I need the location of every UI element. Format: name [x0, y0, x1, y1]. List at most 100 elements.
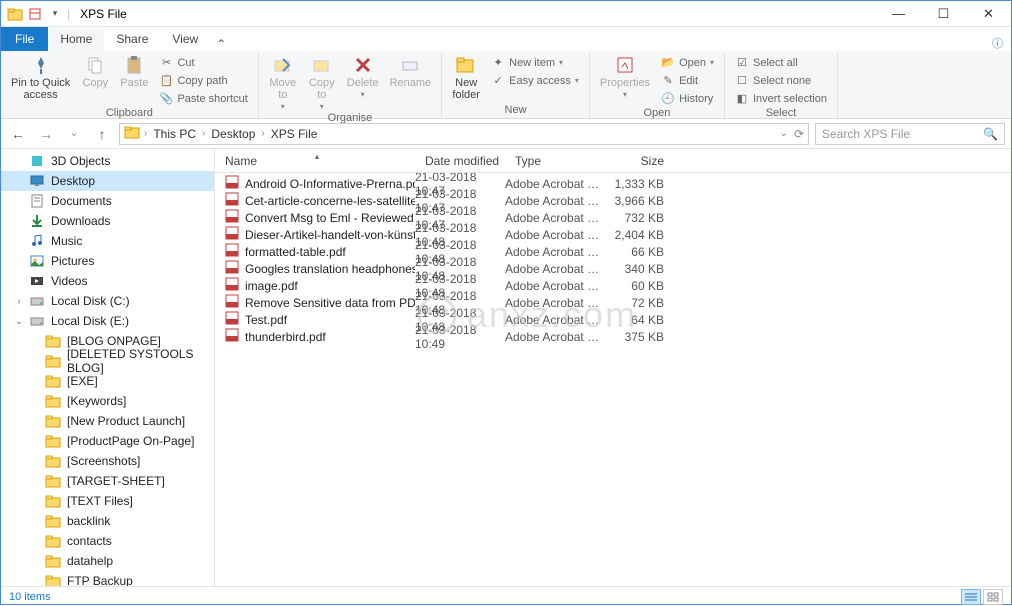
- history-button[interactable]: 🕘History: [657, 90, 718, 107]
- column-size[interactable]: Size: [600, 154, 680, 168]
- edit-button[interactable]: ✎Edit: [657, 72, 718, 89]
- tab-home[interactable]: Home: [48, 27, 104, 51]
- select-none-button[interactable]: ☐Select none: [731, 72, 831, 89]
- ribbon: Pin to Quick access Copy Paste ✂Cut 📋Cop…: [1, 51, 1011, 119]
- file-row[interactable]: Cet-article-concerne-les-satellites-arti…: [215, 192, 1011, 209]
- folder-icon: [45, 533, 61, 549]
- tab-view[interactable]: View: [160, 27, 210, 51]
- help-icon[interactable]: ⓘ: [984, 35, 1011, 51]
- nav-item[interactable]: Documents: [1, 191, 214, 211]
- nav-item[interactable]: [TEXT Files]: [1, 491, 214, 511]
- nav-item[interactable]: Downloads: [1, 211, 214, 231]
- copy-button[interactable]: Copy: [77, 53, 113, 90]
- copy-path-button[interactable]: 📋Copy path: [155, 72, 251, 89]
- tab-share[interactable]: Share: [104, 27, 160, 51]
- nav-item[interactable]: datahelp: [1, 551, 214, 571]
- nav-item[interactable]: 3D Objects: [1, 151, 214, 171]
- nav-item[interactable]: [Keywords]: [1, 391, 214, 411]
- file-type: Adobe Acrobat D...: [505, 279, 600, 293]
- nav-item-label: [EXE]: [67, 374, 98, 388]
- view-icons-button[interactable]: [983, 589, 1003, 605]
- nav-item[interactable]: Desktop: [1, 171, 214, 191]
- nav-item[interactable]: backlink: [1, 511, 214, 531]
- file-row[interactable]: formatted-table.pdf21-03-2018 10:48Adobe…: [215, 243, 1011, 260]
- nav-item[interactable]: [EXE]: [1, 371, 214, 391]
- file-row[interactable]: Convert Msg to Eml - Reviewed by Megh...…: [215, 209, 1011, 226]
- column-headers[interactable]: ▴Name Date modified Type Size: [215, 149, 1011, 173]
- column-type[interactable]: Type: [505, 154, 600, 168]
- copy-to-button[interactable]: Copy to▾: [304, 53, 340, 112]
- file-list[interactable]: anxz.com Android O-Informative-Prerna.pd…: [215, 173, 1011, 586]
- nav-back-button[interactable]: ←: [7, 123, 29, 145]
- nav-item[interactable]: [Screenshots]: [1, 451, 214, 471]
- nav-item[interactable]: [DELETED SYSTOOLS BLOG]: [1, 351, 214, 371]
- nav-item[interactable]: ⌄Local Disk (E:): [1, 311, 214, 331]
- nav-recent-button[interactable]: ⌄: [63, 123, 85, 145]
- move-to-button[interactable]: Move to▾: [265, 53, 301, 112]
- nav-item-label: [ProductPage On-Page]: [67, 434, 194, 448]
- close-button[interactable]: ✕: [966, 1, 1011, 27]
- folder-icon: [124, 124, 140, 143]
- file-row[interactable]: image.pdf21-03-2018 10:48Adobe Acrobat D…: [215, 277, 1011, 294]
- delete-button[interactable]: Delete▾: [343, 53, 383, 100]
- properties-button[interactable]: Properties▾: [596, 53, 654, 100]
- search-input[interactable]: 🔍: [815, 123, 1005, 145]
- group-select-label: Select: [731, 107, 831, 120]
- minimize-button[interactable]: —: [876, 1, 921, 27]
- nav-forward-button[interactable]: →: [35, 123, 57, 145]
- file-row[interactable]: Test.pdf21-03-2018 10:48Adobe Acrobat D.…: [215, 311, 1011, 328]
- cut-button[interactable]: ✂Cut: [155, 54, 251, 71]
- pin-quick-access-button[interactable]: Pin to Quick access: [7, 53, 74, 102]
- file-row[interactable]: thunderbird.pdf21-03-2018 10:49Adobe Acr…: [215, 328, 1011, 345]
- tab-file[interactable]: File: [1, 27, 48, 51]
- nav-item[interactable]: FTP Backup: [1, 571, 214, 586]
- paste-shortcut-button[interactable]: 📎Paste shortcut: [155, 90, 251, 107]
- file-row[interactable]: Android O-Informative-Prerna.pdf21-03-20…: [215, 175, 1011, 192]
- column-name[interactable]: ▴Name: [215, 154, 415, 168]
- expand-icon[interactable]: ›: [13, 296, 25, 306]
- file-size: 1,333 KB: [600, 177, 680, 191]
- file-row[interactable]: Dieser-Artikel-handelt-von-künstlichen-.…: [215, 226, 1011, 243]
- invert-selection-icon: ◧: [735, 92, 749, 106]
- search-icon: 🔍: [983, 127, 998, 141]
- breadcrumb[interactable]: › This PC › Desktop › XPS File ⌄⟳: [119, 123, 809, 145]
- nav-item-label: backlink: [67, 514, 110, 528]
- file-row[interactable]: Remove Sensitive data from PDF-Inform...…: [215, 294, 1011, 311]
- invert-selection-button[interactable]: ◧Invert selection: [731, 90, 831, 107]
- expand-icon[interactable]: ⌄: [13, 316, 25, 327]
- collapse-ribbon-icon[interactable]: ⌃: [210, 37, 232, 51]
- select-all-button[interactable]: ☑Select all: [731, 54, 831, 71]
- copy-icon: [84, 54, 106, 76]
- nav-item-label: Desktop: [51, 174, 95, 188]
- delete-icon: [352, 54, 374, 76]
- new-folder-button[interactable]: New folder: [448, 53, 484, 102]
- nav-item[interactable]: [TARGET-SHEET]: [1, 471, 214, 491]
- nav-item[interactable]: [ProductPage On-Page]: [1, 431, 214, 451]
- nav-item[interactable]: contacts: [1, 531, 214, 551]
- crumb-this-pc[interactable]: This PC: [151, 127, 198, 141]
- file-row[interactable]: Googles translation headphones are here.…: [215, 260, 1011, 277]
- refresh-icon[interactable]: ⟳: [794, 127, 804, 141]
- file-type: Adobe Acrobat D...: [505, 194, 600, 208]
- nav-item[interactable]: [New Product Launch]: [1, 411, 214, 431]
- nav-item[interactable]: Pictures: [1, 251, 214, 271]
- navigation-pane[interactable]: 3D Objects Desktop DocumentsDownloadsMusic…: [1, 149, 215, 586]
- crumb-desktop[interactable]: Desktop: [209, 127, 257, 141]
- nav-item[interactable]: ›Local Disk (C:): [1, 291, 214, 311]
- maximize-button[interactable]: ☐: [921, 1, 966, 27]
- paste-button[interactable]: Paste: [116, 53, 152, 90]
- chevron-down-icon[interactable]: ⌄: [780, 128, 788, 139]
- view-details-button[interactable]: [961, 589, 981, 605]
- ribbon-tabs: File Home Share View ⌃ ⓘ: [1, 27, 1011, 51]
- easy-access-button[interactable]: ✓Easy access ▾: [487, 72, 583, 89]
- new-item-button[interactable]: ✦New item ▾: [487, 54, 583, 71]
- nav-item[interactable]: Music: [1, 231, 214, 251]
- crumb-xps-file[interactable]: XPS File: [269, 127, 320, 141]
- open-button[interactable]: 📂Open ▾: [657, 54, 718, 71]
- column-date[interactable]: Date modified: [415, 154, 505, 168]
- nav-up-button[interactable]: ↑: [91, 123, 113, 145]
- qat-properties-icon[interactable]: [27, 6, 43, 22]
- nav-item[interactable]: Videos: [1, 271, 214, 291]
- rename-button[interactable]: Rename: [386, 53, 436, 90]
- qat-dropdown-icon[interactable]: ▾: [47, 6, 63, 22]
